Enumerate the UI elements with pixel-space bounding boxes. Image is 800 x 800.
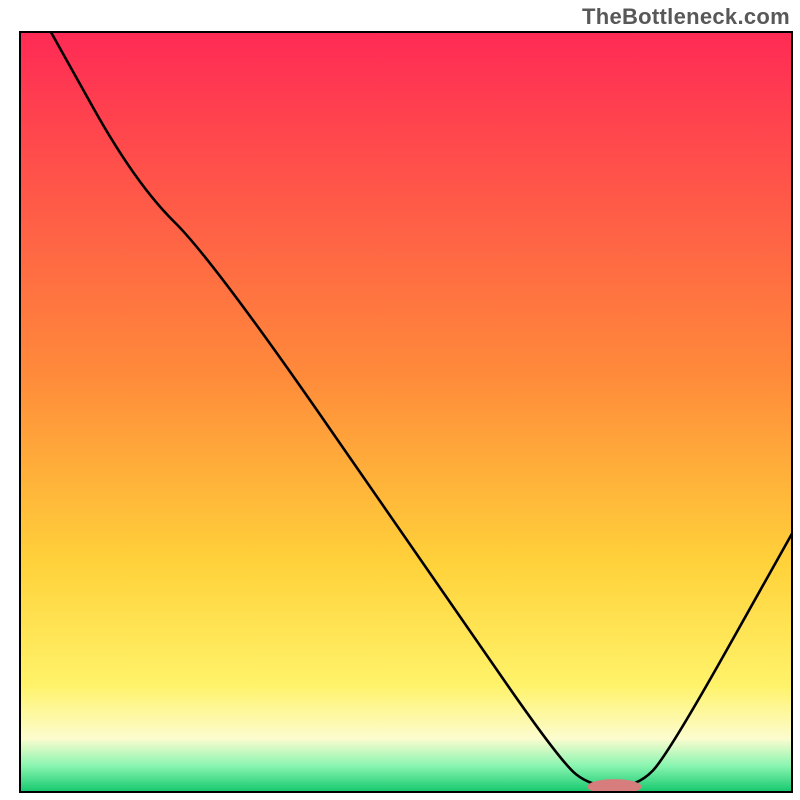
bottleneck-plot: [0, 0, 800, 800]
chart-container: TheBottleneck.com: [0, 0, 800, 800]
gradient-background: [20, 32, 792, 792]
watermark-text: TheBottleneck.com: [582, 4, 790, 30]
